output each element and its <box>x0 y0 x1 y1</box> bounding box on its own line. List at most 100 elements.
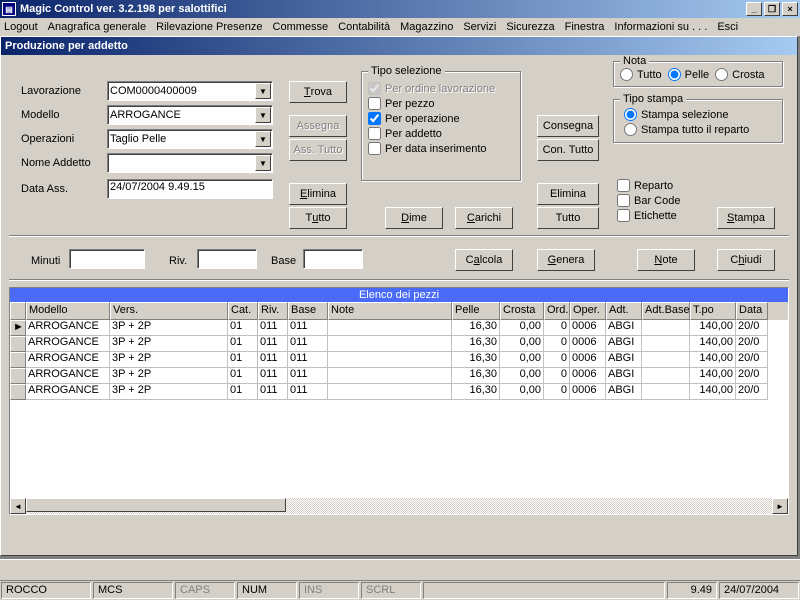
table-cell[interactable]: 20/0 <box>736 368 768 384</box>
combo-lavorazione[interactable]: COM0000400009▼ <box>107 81 273 101</box>
column-header[interactable]: T.po <box>690 302 736 320</box>
row-header[interactable] <box>10 368 26 384</box>
radio-nota-crosta[interactable]: Crosta <box>715 68 764 81</box>
table-cell[interactable]: ABGI <box>606 368 642 384</box>
table-cell[interactable]: 0006 <box>570 336 606 352</box>
table-cell[interactable]: ABGI <box>606 352 642 368</box>
table-cell[interactable]: 16,30 <box>452 336 500 352</box>
grid-body[interactable]: ►ARROGANCE3P + 2P0101101116,300,0000006A… <box>10 320 788 500</box>
row-header[interactable]: ► <box>10 320 26 336</box>
chiudi-button[interactable]: Chiudi <box>717 249 775 271</box>
input-data-ass[interactable]: 24/07/2004 9.49.15 <box>107 179 273 199</box>
table-cell[interactable]: 0,00 <box>500 336 544 352</box>
table-cell[interactable]: ABGI <box>606 384 642 400</box>
radio-nota-pelle[interactable]: Pelle <box>668 68 709 81</box>
table-cell[interactable]: 3P + 2P <box>110 368 228 384</box>
menu-info[interactable]: Informazioni su . . . <box>614 21 707 33</box>
table-cell[interactable]: 0 <box>544 352 570 368</box>
chevron-down-icon[interactable]: ▼ <box>255 107 271 123</box>
table-cell[interactable]: 011 <box>288 336 328 352</box>
table-cell[interactable]: 01 <box>228 384 258 400</box>
close-button[interactable]: × <box>782 2 798 16</box>
menu-servizi[interactable]: Servizi <box>463 21 496 33</box>
elimina2-button[interactable]: Elimina <box>537 183 599 205</box>
table-cell[interactable]: ABGI <box>606 336 642 352</box>
table-cell[interactable] <box>642 368 690 384</box>
table-cell[interactable]: 140,00 <box>690 352 736 368</box>
table-cell[interactable]: 0 <box>544 336 570 352</box>
column-header[interactable]: Pelle <box>452 302 500 320</box>
table-cell[interactable]: 0,00 <box>500 320 544 336</box>
menu-logout[interactable]: Logout <box>4 21 38 33</box>
menu-commesse[interactable]: Commesse <box>273 21 329 33</box>
table-cell[interactable]: 0,00 <box>500 368 544 384</box>
menu-contabilita[interactable]: Contabilità <box>338 21 390 33</box>
table-cell[interactable]: 3P + 2P <box>110 352 228 368</box>
chk-ordine-lavorazione[interactable]: Per ordine lavorazione <box>368 82 514 95</box>
assegna-button[interactable]: Assegna <box>289 115 347 137</box>
chk-per-addetto[interactable]: Per addetto <box>368 127 514 140</box>
table-cell[interactable]: 011 <box>258 368 288 384</box>
chk-barcode[interactable]: Bar Code <box>617 194 680 207</box>
table-cell[interactable]: 140,00 <box>690 336 736 352</box>
table-cell[interactable]: 140,00 <box>690 368 736 384</box>
column-header[interactable]: Adt. <box>606 302 642 320</box>
table-cell[interactable] <box>328 320 452 336</box>
table-cell[interactable]: 01 <box>228 352 258 368</box>
chk-etichette[interactable]: Etichette <box>617 209 680 222</box>
column-header[interactable]: Data <box>736 302 768 320</box>
table-cell[interactable] <box>328 368 452 384</box>
table-cell[interactable]: 0006 <box>570 352 606 368</box>
table-cell[interactable]: 140,00 <box>690 384 736 400</box>
ass-tutto-button[interactable]: Ass. Tutto <box>289 139 347 161</box>
table-cell[interactable]: 01 <box>228 320 258 336</box>
table-cell[interactable]: 0006 <box>570 384 606 400</box>
column-header[interactable]: Vers. <box>110 302 228 320</box>
table-cell[interactable] <box>328 352 452 368</box>
scroll-left-button[interactable]: ◄ <box>10 498 26 514</box>
table-cell[interactable] <box>642 352 690 368</box>
table-cell[interactable]: 16,30 <box>452 368 500 384</box>
combo-nome-addetto[interactable]: ▼ <box>107 153 273 173</box>
chk-per-operazione[interactable]: Per operazione <box>368 112 514 125</box>
table-cell[interactable]: 011 <box>258 352 288 368</box>
table-cell[interactable]: ABGI <box>606 320 642 336</box>
table-cell[interactable]: ARROGANCE <box>26 352 110 368</box>
menu-rilevazione[interactable]: Rilevazione Presenze <box>156 21 262 33</box>
consegna-button[interactable]: Consegna <box>537 115 599 137</box>
chk-per-data-ins[interactable]: Per data inserimento <box>368 142 514 155</box>
maximize-button[interactable]: ❐ <box>764 2 780 16</box>
tutto2-button[interactable]: Tutto <box>537 207 599 229</box>
row-header[interactable] <box>10 384 26 400</box>
table-cell[interactable]: 0,00 <box>500 384 544 400</box>
table-cell[interactable]: 011 <box>288 368 328 384</box>
table-cell[interactable]: 011 <box>288 384 328 400</box>
column-header[interactable]: Riv. <box>258 302 288 320</box>
menu-anagrafica[interactable]: Anagrafica generale <box>48 21 146 33</box>
table-cell[interactable]: 01 <box>228 336 258 352</box>
table-cell[interactable]: 20/0 <box>736 320 768 336</box>
row-header[interactable] <box>10 352 26 368</box>
table-row[interactable]: ARROGANCE3P + 2P0101101116,300,0000006AB… <box>10 368 788 384</box>
column-header[interactable]: Base <box>288 302 328 320</box>
table-cell[interactable]: 3P + 2P <box>110 384 228 400</box>
table-cell[interactable]: 20/0 <box>736 336 768 352</box>
table-cell[interactable]: ARROGANCE <box>26 320 110 336</box>
row-header[interactable] <box>10 336 26 352</box>
column-header[interactable]: Crosta <box>500 302 544 320</box>
table-cell[interactable]: 011 <box>258 384 288 400</box>
genera-button[interactable]: Genera <box>537 249 595 271</box>
scroll-right-button[interactable]: ► <box>772 498 788 514</box>
table-cell[interactable]: 20/0 <box>736 384 768 400</box>
tutto-button[interactable]: Tutto <box>289 207 347 229</box>
con-tutto-button[interactable]: Con. Tutto <box>537 139 599 161</box>
column-header[interactable]: Cat. <box>228 302 258 320</box>
table-cell[interactable]: 01 <box>228 368 258 384</box>
elimina-button[interactable]: Elimina <box>289 183 347 205</box>
table-row[interactable]: ARROGANCE3P + 2P0101101116,300,0000006AB… <box>10 352 788 368</box>
combo-modello[interactable]: ARROGANCE▼ <box>107 105 273 125</box>
table-cell[interactable]: 0006 <box>570 320 606 336</box>
chk-reparto[interactable]: Reparto <box>617 179 680 192</box>
chevron-down-icon[interactable]: ▼ <box>255 83 271 99</box>
table-row[interactable]: ARROGANCE3P + 2P0101101116,300,0000006AB… <box>10 384 788 400</box>
